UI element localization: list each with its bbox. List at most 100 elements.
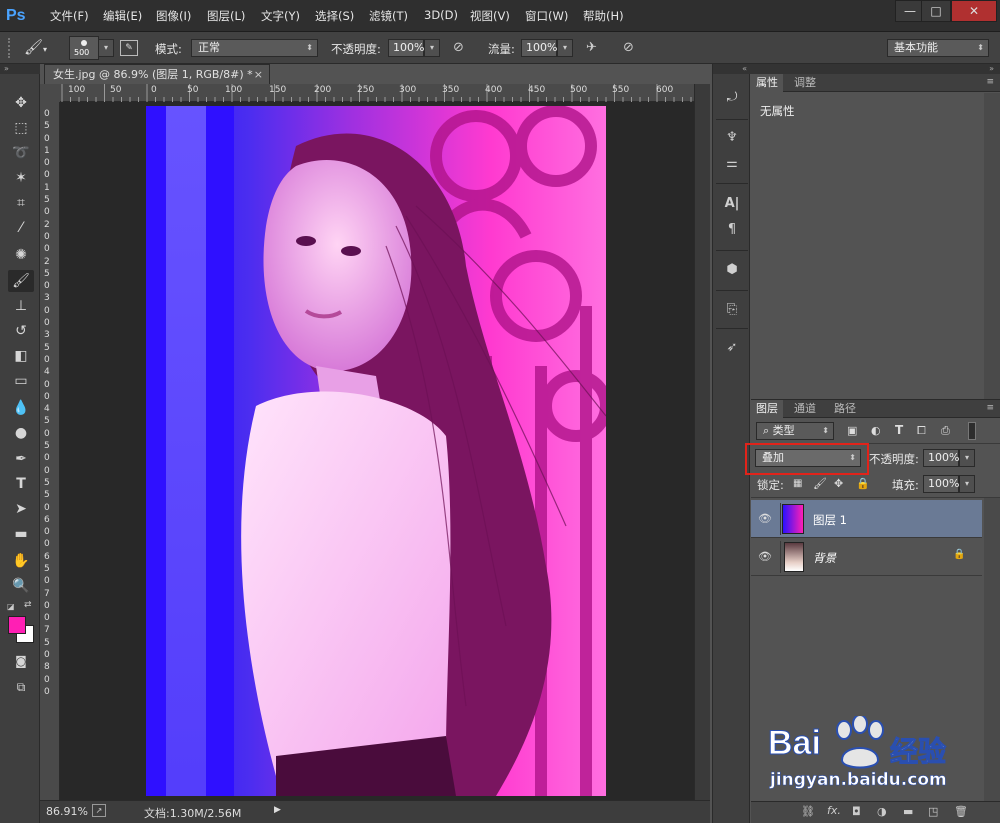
brush-tool-icon[interactable]: 🖌: [8, 270, 34, 292]
history-panel-icon[interactable]: ⤾: [721, 87, 743, 109]
tab-paths[interactable]: 路径: [829, 400, 861, 418]
path-selection-tool-icon[interactable]: ➤: [8, 498, 34, 520]
brush-size-dropdown-icon[interactable]: ▾: [98, 39, 114, 57]
status-menu-arrow-icon[interactable]: ▶: [274, 805, 281, 815]
menu-window[interactable]: 窗口(W): [525, 8, 568, 24]
tool-presets-icon[interactable]: ➶: [721, 337, 743, 359]
opacity-dropdown-icon[interactable]: ▾: [424, 39, 440, 57]
adjustment-layer-icon[interactable]: ◑: [877, 805, 887, 818]
tab-adjustments[interactable]: 调整: [789, 74, 821, 92]
opacity-input[interactable]: 100%: [388, 39, 424, 57]
menu-image[interactable]: 图像(I): [156, 8, 191, 24]
clone-stamp-tool-icon[interactable]: ⊥: [8, 295, 34, 317]
quick-mask-icon[interactable]: ◙: [8, 650, 34, 672]
delete-layer-icon[interactable]: 🗑: [954, 805, 968, 818]
vertical-ruler[interactable]: 0501001502002503003504004505005506006507…: [40, 102, 60, 800]
eyedropper-tool-icon[interactable]: ⁄: [8, 217, 34, 239]
layer-filter-select[interactable]: ⌕ 类型 ⬍: [756, 422, 834, 440]
ruler-origin[interactable]: [40, 84, 60, 102]
layer-name[interactable]: 背景: [813, 550, 836, 566]
visibility-eye-icon[interactable]: 👁: [757, 549, 773, 565]
tab-close-icon[interactable]: ×: [254, 65, 263, 84]
eraser-tool-icon[interactable]: ◧: [8, 345, 34, 367]
pressure-size-icon[interactable]: ⊘: [623, 40, 641, 56]
gradient-tool-icon[interactable]: ▭: [8, 370, 34, 392]
menu-3d[interactable]: 3D(D): [424, 8, 458, 22]
layer-opacity-dropdown-icon[interactable]: ▾: [959, 449, 975, 467]
brush-size-picker[interactable]: 500: [69, 36, 99, 60]
collapse-icon[interactable]: »: [0, 64, 40, 74]
filter-type-icon[interactable]: T: [895, 423, 903, 437]
crop-tool-icon[interactable]: ⌗: [8, 192, 34, 214]
flow-dropdown-icon[interactable]: ▾: [557, 39, 573, 57]
brush-panel-icon[interactable]: ⚌: [721, 153, 743, 175]
dodge-tool-icon[interactable]: ●: [8, 422, 34, 444]
panel-menu-icon[interactable]: ≡: [986, 77, 994, 87]
workspace-select[interactable]: 基本功能 ⬍: [887, 39, 989, 57]
default-colors-icon[interactable]: ◪: [7, 602, 17, 612]
menu-view[interactable]: 视图(V): [470, 8, 510, 24]
menu-help[interactable]: 帮助(H): [583, 8, 624, 24]
canvas-area[interactable]: [60, 102, 694, 800]
brush-panel-toggle-icon[interactable]: ✎: [120, 40, 138, 56]
healing-brush-tool-icon[interactable]: ✺: [8, 244, 34, 266]
layer-name[interactable]: 图层 1: [813, 512, 847, 528]
move-tool-icon[interactable]: ✥: [8, 92, 34, 114]
paragraph-panel-icon[interactable]: ¶: [721, 219, 743, 241]
lock-position-icon[interactable]: ✥: [834, 477, 843, 490]
type-tool-icon[interactable]: T: [8, 473, 34, 495]
lasso-tool-icon[interactable]: ➰: [8, 142, 34, 164]
filter-toggle-switch[interactable]: [968, 422, 976, 440]
magic-wand-tool-icon[interactable]: ✶: [8, 167, 34, 189]
airbrush-icon[interactable]: ✈: [586, 40, 604, 56]
panel-collapse-bar[interactable]: »: [751, 64, 1000, 74]
visibility-eye-icon[interactable]: 👁: [757, 511, 773, 527]
menu-layer[interactable]: 图层(L): [207, 8, 245, 24]
brush-tool-preset-icon[interactable]: 🖌▾: [24, 38, 54, 58]
rectangle-tool-icon[interactable]: ▬: [8, 523, 34, 545]
menu-file[interactable]: 文件(F): [50, 8, 89, 24]
layer-style-icon[interactable]: fx.: [827, 804, 841, 817]
fill-dropdown-icon[interactable]: ▾: [959, 475, 975, 493]
collapse-icon[interactable]: «: [713, 64, 751, 74]
layer-row-background[interactable]: 👁 背景 🔒: [751, 538, 982, 576]
filter-adjustment-icon[interactable]: ◐: [871, 424, 881, 437]
tab-layers[interactable]: 图层: [751, 400, 783, 418]
filter-smart-object-icon[interactable]: ⎙: [941, 424, 950, 438]
hand-tool-icon[interactable]: ✋: [8, 550, 34, 572]
clone-source-icon[interactable]: ⎘: [721, 299, 743, 321]
document-image[interactable]: [146, 106, 606, 796]
blur-tool-icon[interactable]: 💧: [8, 397, 34, 419]
filter-pixel-icon[interactable]: ▣: [847, 424, 857, 437]
tab-properties[interactable]: 属性: [751, 74, 783, 92]
link-layers-icon[interactable]: ⛓: [801, 805, 815, 818]
fill-input[interactable]: 100%: [923, 475, 959, 493]
panel-menu-icon[interactable]: ≡: [986, 403, 994, 413]
blend-mode-select[interactable]: 叠加 ⬍: [755, 449, 861, 467]
swap-colors-icon[interactable]: ⇄: [24, 600, 34, 610]
3d-panel-icon[interactable]: ⬢: [721, 259, 743, 281]
menu-type[interactable]: 文字(Y): [261, 8, 300, 24]
brush-presets-icon[interactable]: ♆: [721, 127, 743, 149]
properties-scrollbar[interactable]: [984, 93, 1000, 399]
export-icon[interactable]: ↗: [92, 804, 106, 817]
flow-input[interactable]: 100%: [521, 39, 557, 57]
lock-image-icon[interactable]: 🖌: [813, 477, 827, 490]
menu-edit[interactable]: 编辑(E): [103, 8, 142, 24]
menu-filter[interactable]: 滤镜(T): [369, 8, 408, 24]
lock-all-icon[interactable]: 🔒: [856, 477, 870, 490]
lock-transparent-icon[interactable]: ▦: [793, 478, 802, 489]
character-panel-icon[interactable]: A|: [721, 193, 743, 215]
new-layer-icon[interactable]: ◳: [928, 805, 938, 818]
zoom-tool-icon[interactable]: 🔍: [8, 575, 34, 597]
grip-handle[interactable]: [8, 38, 22, 58]
add-mask-icon[interactable]: ◘: [852, 805, 861, 818]
layers-scrollbar[interactable]: [984, 498, 1000, 801]
filter-shape-icon[interactable]: ⧠: [917, 424, 926, 438]
horizontal-ruler[interactable]: 100 50 0 50 100 150 200 250 300 350 400 …: [60, 84, 710, 102]
layer-row-layer1[interactable]: 👁 图层 1: [751, 500, 982, 538]
tab-channels[interactable]: 通道: [789, 400, 821, 418]
marquee-tool-icon[interactable]: ⬚: [8, 117, 34, 139]
mode-select[interactable]: 正常 ⬍: [191, 39, 318, 57]
history-brush-tool-icon[interactable]: ↺: [8, 320, 34, 342]
